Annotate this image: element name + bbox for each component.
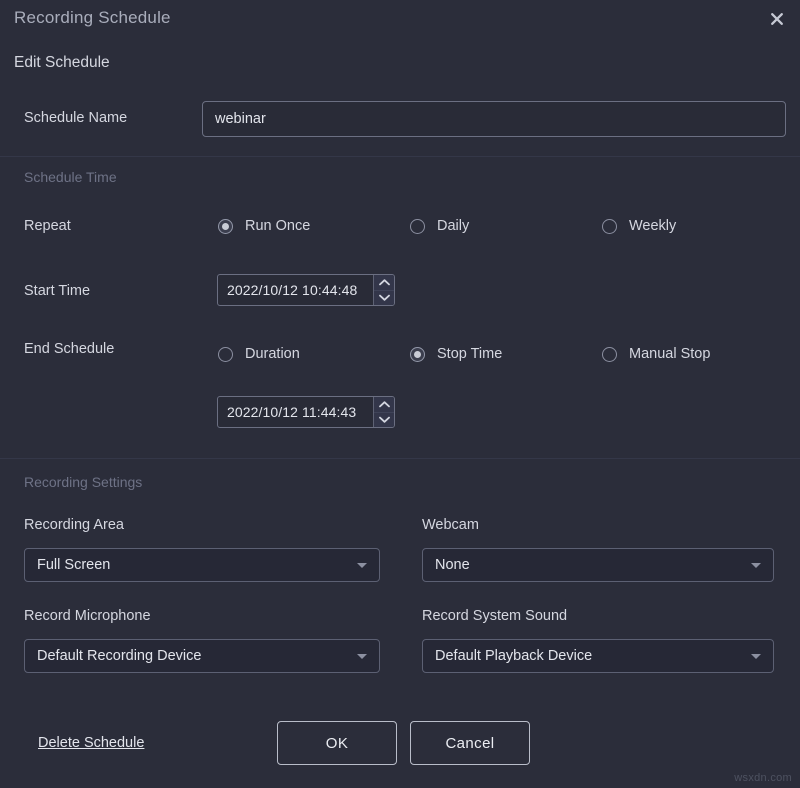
radio-weekly-label: Weekly: [629, 218, 676, 234]
recording-settings-divider: [0, 458, 800, 459]
record-system-sound-dropdown[interactable]: Default Playback Device: [422, 639, 774, 673]
record-system-sound-value: Default Playback Device: [435, 648, 743, 664]
record-system-sound-label: Record System Sound: [422, 608, 567, 624]
radio-dot-icon: [218, 347, 233, 362]
recording-area-dropdown[interactable]: Full Screen: [24, 548, 380, 582]
radio-duration[interactable]: Duration: [218, 346, 300, 362]
start-time-spinner[interactable]: 2022/10/12 10:44:48: [217, 274, 395, 306]
radio-stop-time[interactable]: Stop Time: [410, 346, 502, 362]
radio-stop-time-label: Stop Time: [437, 346, 502, 362]
window-title: Recording Schedule: [14, 8, 171, 28]
chevron-down-icon: [357, 654, 367, 659]
stop-time-spinner[interactable]: 2022/10/12 11:44:43: [217, 396, 395, 428]
chevron-down-icon: [357, 563, 367, 568]
webcam-dropdown[interactable]: None: [422, 548, 774, 582]
radio-run-once[interactable]: Run Once: [218, 218, 310, 234]
page-title: Edit Schedule: [14, 54, 110, 72]
radio-weekly[interactable]: Weekly: [602, 218, 676, 234]
ok-button[interactable]: OK: [277, 721, 397, 765]
chevron-down-icon[interactable]: [374, 291, 394, 306]
delete-schedule-link[interactable]: Delete Schedule: [38, 735, 144, 751]
recording-area-label: Recording Area: [24, 517, 124, 533]
cancel-button[interactable]: Cancel: [410, 721, 530, 765]
record-microphone-dropdown[interactable]: Default Recording Device: [24, 639, 380, 673]
end-schedule-label: End Schedule: [24, 341, 114, 357]
radio-manual-stop-label: Manual Stop: [629, 346, 710, 362]
watermark: wsxdn.com: [734, 772, 792, 784]
start-time-label: Start Time: [24, 283, 90, 299]
webcam-label: Webcam: [422, 517, 479, 533]
start-time-value[interactable]: 2022/10/12 10:44:48: [218, 275, 373, 305]
radio-duration-label: Duration: [245, 346, 300, 362]
schedule-time-section-label: Schedule Time: [24, 169, 117, 185]
radio-dot-icon: [602, 347, 617, 362]
radio-run-once-label: Run Once: [245, 218, 310, 234]
radio-dot-icon: [410, 347, 425, 362]
title-bar: Recording Schedule: [0, 0, 800, 38]
stop-time-value[interactable]: 2022/10/12 11:44:43: [218, 397, 373, 427]
chevron-down-icon: [751, 563, 761, 568]
schedule-time-divider: [0, 156, 800, 157]
recording-area-value: Full Screen: [37, 557, 349, 573]
webcam-value: None: [435, 557, 743, 573]
stop-time-spinner-buttons: [373, 397, 394, 427]
schedule-name-label: Schedule Name: [24, 110, 127, 126]
radio-daily[interactable]: Daily: [410, 218, 469, 234]
radio-dot-icon: [218, 219, 233, 234]
radio-dot-icon: [410, 219, 425, 234]
radio-dot-icon: [602, 219, 617, 234]
chevron-up-icon[interactable]: [374, 397, 394, 413]
radio-daily-label: Daily: [437, 218, 469, 234]
record-microphone-label: Record Microphone: [24, 608, 151, 624]
chevron-down-icon[interactable]: [374, 413, 394, 428]
radio-manual-stop[interactable]: Manual Stop: [602, 346, 710, 362]
repeat-label: Repeat: [24, 218, 71, 234]
chevron-up-icon[interactable]: [374, 275, 394, 291]
schedule-name-input[interactable]: [202, 101, 786, 137]
chevron-down-icon: [751, 654, 761, 659]
start-time-spinner-buttons: [373, 275, 394, 305]
recording-settings-section-label: Recording Settings: [24, 474, 142, 490]
close-icon[interactable]: [762, 4, 792, 34]
record-microphone-value: Default Recording Device: [37, 648, 349, 664]
